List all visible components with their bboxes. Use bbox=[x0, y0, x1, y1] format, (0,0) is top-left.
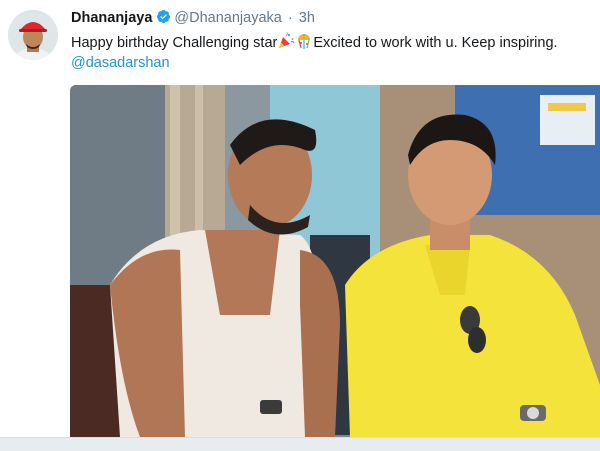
user-handle[interactable]: @Dhananjayaka bbox=[174, 10, 281, 26]
party-popper-icon bbox=[277, 32, 295, 50]
avatar[interactable] bbox=[8, 10, 58, 60]
separator-dot: · bbox=[287, 10, 293, 26]
tweet-photo[interactable] bbox=[70, 85, 600, 437]
tweet-text-part2: Excited to work with u. Keep inspiring. bbox=[313, 35, 558, 51]
mention-link[interactable]: @dasadarshan bbox=[71, 53, 170, 73]
avatar-image bbox=[8, 10, 58, 60]
confetti-ball-icon bbox=[295, 32, 313, 50]
tweet-text: Happy birthday Challenging star Excited t… bbox=[71, 32, 558, 53]
verified-badge-icon bbox=[156, 9, 171, 24]
tweet-header: Dhananjaya @Dhananjayaka · 3h bbox=[71, 8, 315, 28]
bottom-bar bbox=[0, 437, 600, 451]
tweet[interactable]: Dhananjaya @Dhananjayaka · 3h Happy birth… bbox=[0, 0, 600, 437]
timestamp[interactable]: 3h bbox=[299, 10, 315, 26]
display-name[interactable]: Dhananjaya bbox=[71, 10, 152, 26]
tweet-text-part1: Happy birthday Challenging star bbox=[71, 35, 278, 51]
photo-image bbox=[70, 85, 600, 437]
